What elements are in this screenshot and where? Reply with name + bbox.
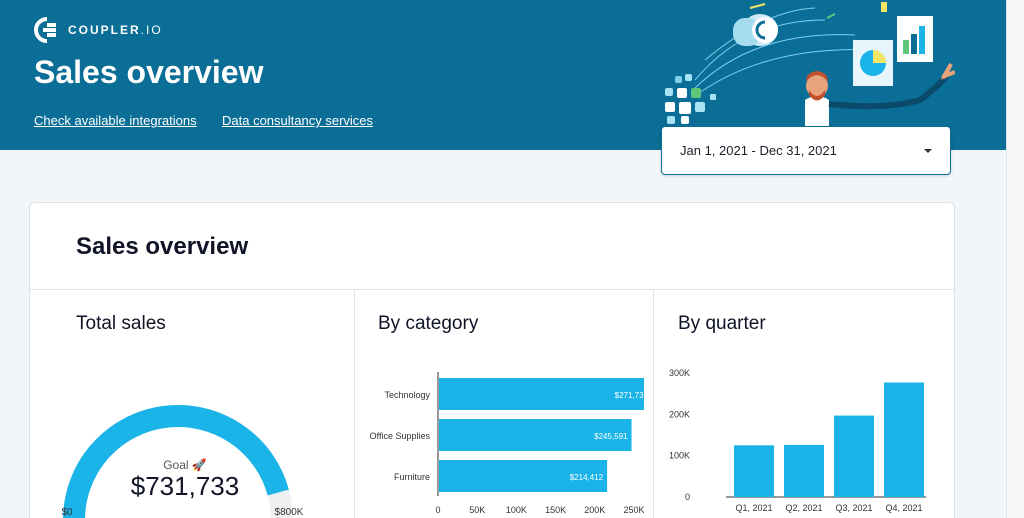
header-illustration xyxy=(665,2,955,130)
total-sales-gauge: Goal 🚀 $731,733 $0 $800K xyxy=(61,405,304,518)
by-category-title: By category xyxy=(378,313,479,334)
quarter-bar xyxy=(884,382,924,497)
sales-overview-card: Sales overview Total sales By category B… xyxy=(29,202,955,518)
category-value-label: $245,591 xyxy=(594,432,628,441)
gauge-goal-label: Goal 🚀 xyxy=(163,458,207,472)
date-range-picker[interactable]: Jan 1, 2021 - Dec 31, 2021 xyxy=(661,126,951,175)
gauge-max-label: $800K xyxy=(275,507,304,518)
quarter-bar xyxy=(784,444,824,497)
logo-name: COUPLER xyxy=(68,23,141,37)
category-bar-chart: Technology $271,731 Office Supplies $245,59… xyxy=(370,372,644,515)
card-divider xyxy=(30,289,954,290)
bar-chart-card-icon xyxy=(897,16,933,62)
quarter-bar xyxy=(834,415,874,497)
gauge-min-label: $0 xyxy=(61,507,73,518)
quarter-label: Q2, 2021 xyxy=(785,503,822,513)
x-tick-label: 200K xyxy=(584,505,605,515)
x-tick-label: 250K xyxy=(623,505,644,515)
quarter-label: Q3, 2021 xyxy=(835,503,872,513)
coupler-cylinder-icon xyxy=(733,14,778,46)
category-value-label: $271,731 xyxy=(615,391,644,400)
page-title: Sales overview xyxy=(34,54,264,90)
coupler-logo-icon xyxy=(34,17,56,43)
y-tick-label: 200K xyxy=(669,409,690,419)
category-label: Furniture xyxy=(394,472,430,482)
column-divider xyxy=(354,290,355,518)
consultancy-link[interactable]: Data consultancy services xyxy=(222,113,373,128)
y-tick-label: 300K xyxy=(669,368,690,378)
gauge-value: $731,733 xyxy=(131,471,239,501)
logo-suffix: .IO xyxy=(140,23,163,37)
x-tick-label: 100K xyxy=(506,505,527,515)
x-tick-label: 50K xyxy=(469,505,485,515)
date-range-value: Jan 1, 2021 - Dec 31, 2021 xyxy=(680,143,837,158)
category-label: Technology xyxy=(384,390,430,400)
integrations-link[interactable]: Check available integrations xyxy=(34,113,197,128)
quarter-label: Q1, 2021 xyxy=(735,503,772,513)
quarter-bar-chart: 0 100K 200K 300K Q1, 2021 Q2, 2021 Q3, 2021 Q4,… xyxy=(669,368,926,513)
category-label: Office Supplies xyxy=(370,431,431,441)
coupler-logo[interactable]: COUPLER.IO xyxy=(34,17,163,43)
x-tick-label: 150K xyxy=(545,505,566,515)
y-tick-label: 0 xyxy=(685,492,690,502)
y-tick-label: 100K xyxy=(669,451,690,461)
scrollbar[interactable] xyxy=(1006,0,1024,518)
quarter-label: Q4, 2021 xyxy=(885,503,922,513)
data-blocks-icon xyxy=(665,74,716,124)
category-bar xyxy=(439,378,644,410)
column-divider xyxy=(653,290,654,518)
by-quarter-title: By quarter xyxy=(678,313,766,334)
category-value-label: $214,412 xyxy=(570,473,604,482)
pie-chart-card-icon xyxy=(853,40,893,86)
x-tick-label: 0 xyxy=(435,505,440,515)
chevron-down-icon xyxy=(924,148,932,153)
card-title: Sales overview xyxy=(76,233,249,260)
total-sales-title: Total sales xyxy=(76,313,166,334)
quarter-bar xyxy=(734,445,774,497)
